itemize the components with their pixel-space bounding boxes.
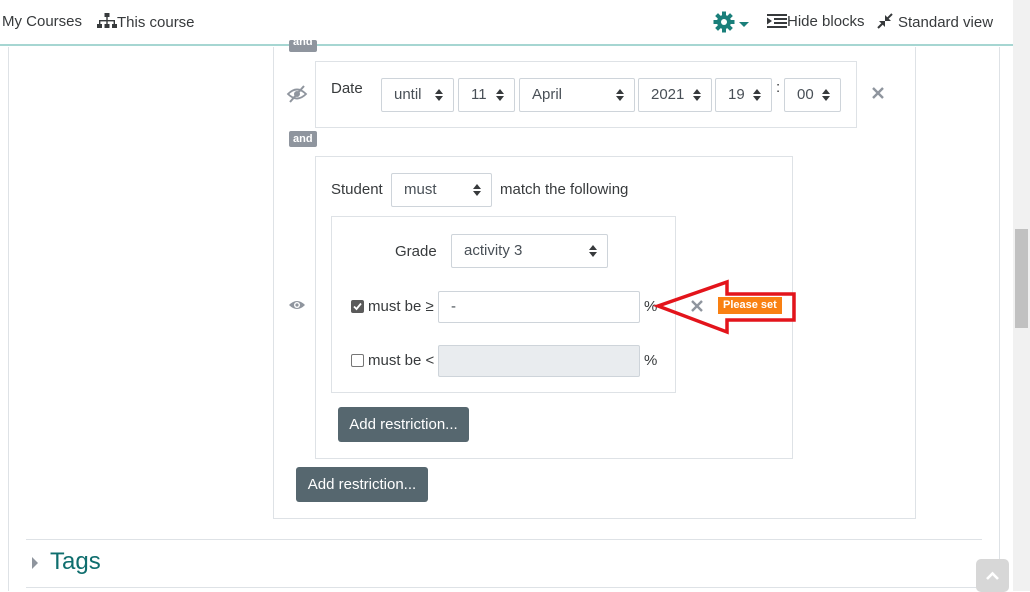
select-arrows-icon [496, 89, 504, 101]
close-icon[interactable] [872, 87, 884, 99]
date-hour-value: 19 [728, 86, 745, 103]
must-select[interactable]: must [391, 173, 492, 207]
this-course-link[interactable]: This course [97, 13, 195, 31]
date-day-select[interactable]: 11 [458, 78, 515, 112]
scrollbar-thumb[interactable] [1015, 229, 1028, 328]
tags-divider-top [26, 539, 982, 540]
chevron-up-icon [986, 571, 999, 580]
please-set-badge: Please set [718, 297, 782, 314]
max-grade-unit: % [644, 352, 658, 369]
date-hour-select[interactable]: 19 [715, 78, 772, 112]
min-grade-input[interactable]: - [438, 291, 640, 323]
must-value: must [404, 181, 437, 198]
min-grade-unit: % [644, 298, 658, 315]
this-course-label: This course [117, 14, 195, 31]
max-grade-input[interactable] [438, 345, 640, 377]
and-badge: and [289, 131, 317, 147]
min-grade-value: - [451, 298, 456, 315]
content-border-left [8, 47, 9, 591]
grade-activity-select[interactable]: activity 3 [451, 234, 608, 268]
grade-label: Grade [395, 243, 437, 260]
standard-view-label: Standard view [898, 14, 994, 31]
student-label: Student [331, 181, 383, 198]
tags-divider-bottom [26, 587, 982, 588]
close-icon[interactable] [691, 300, 703, 312]
date-month-value: April [532, 86, 563, 103]
back-to-top-button[interactable] [976, 559, 1009, 592]
date-minute-value: 00 [797, 86, 814, 103]
my-courses-link[interactable]: My Courses [2, 13, 82, 30]
min-grade-checkbox[interactable] [351, 300, 364, 313]
select-arrows-icon [473, 184, 481, 196]
time-separator: : [776, 79, 781, 96]
date-label: Date [331, 80, 363, 97]
checkmark-icon [353, 302, 362, 311]
date-direction-select[interactable]: until [381, 78, 454, 112]
top-navbar: My Courses This course Hide blocks Stand… [0, 0, 1013, 46]
caret-right-icon[interactable] [31, 557, 39, 569]
add-restriction-button[interactable]: Add restriction... [296, 467, 428, 502]
add-restriction-inner-button[interactable]: Add restriction... [338, 407, 469, 442]
date-minute-select[interactable]: 00 [784, 78, 841, 112]
gear-icon [713, 11, 735, 33]
tags-section-title[interactable]: Tags [50, 548, 101, 576]
hide-blocks-button[interactable]: Hide blocks [767, 13, 865, 30]
compress-icon [877, 13, 893, 29]
select-arrows-icon [435, 89, 443, 101]
match-following-label: match the following [500, 181, 629, 198]
max-grade-label: must be < [368, 352, 435, 369]
date-year-select[interactable]: 2021 [638, 78, 712, 112]
select-arrows-icon [589, 245, 597, 257]
eye-slash-icon[interactable] [286, 85, 308, 103]
and-badge-top: and [289, 40, 317, 52]
indent-icon [767, 14, 787, 28]
standard-view-button[interactable]: Standard view [876, 13, 993, 31]
eye-icon[interactable] [288, 299, 306, 311]
date-month-select[interactable]: April [519, 78, 635, 112]
date-direction-value: until [394, 86, 422, 103]
hide-blocks-label: Hide blocks [787, 13, 865, 30]
sitemap-icon [97, 13, 117, 28]
select-arrows-icon [616, 89, 624, 101]
settings-menu-toggle[interactable] [713, 11, 750, 35]
date-year-value: 2021 [651, 86, 685, 103]
max-grade-checkbox[interactable] [351, 354, 364, 367]
min-grade-label: must be ≥ [368, 298, 434, 315]
date-day-value: 11 [471, 86, 487, 103]
caret-down-icon [739, 22, 750, 27]
content-border-right [999, 47, 1000, 591]
select-arrows-icon [753, 89, 761, 101]
select-arrows-icon [822, 89, 830, 101]
select-arrows-icon [693, 89, 701, 101]
grade-activity-value: activity 3 [464, 242, 523, 259]
